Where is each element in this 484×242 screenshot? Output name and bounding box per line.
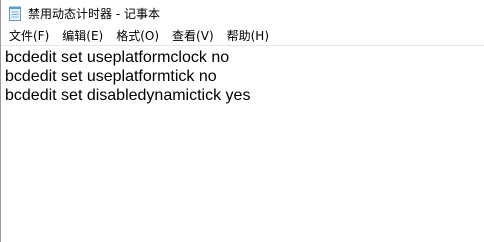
menu-bar: 文件(F) 编辑(E) 格式(O) 查看(V) 帮助(H): [1, 26, 484, 46]
text-editor[interactable]: bcdedit set useplatformclock no bcdedit …: [1, 46, 484, 242]
menu-help[interactable]: 帮助(H): [220, 26, 275, 45]
notepad-window: 禁用动态计时器 - 记事本 文件(F) 编辑(E) 格式(O) 查看(V) 帮助…: [0, 0, 484, 242]
menu-view[interactable]: 查看(V): [165, 26, 220, 45]
title-bar[interactable]: 禁用动态计时器 - 记事本: [1, 0, 484, 26]
editor-line[interactable]: bcdedit set useplatformclock no: [5, 48, 480, 67]
menu-edit[interactable]: 编辑(E): [55, 26, 109, 45]
editor-line[interactable]: bcdedit set useplatformtick no: [5, 67, 480, 86]
menu-file[interactable]: 文件(F): [2, 26, 55, 45]
editor-line[interactable]: bcdedit set disabledynamictick yes: [5, 86, 480, 105]
menu-format[interactable]: 格式(O): [109, 26, 165, 45]
window-title: 禁用动态计时器 - 记事本: [28, 6, 160, 21]
notepad-icon: [9, 6, 21, 21]
